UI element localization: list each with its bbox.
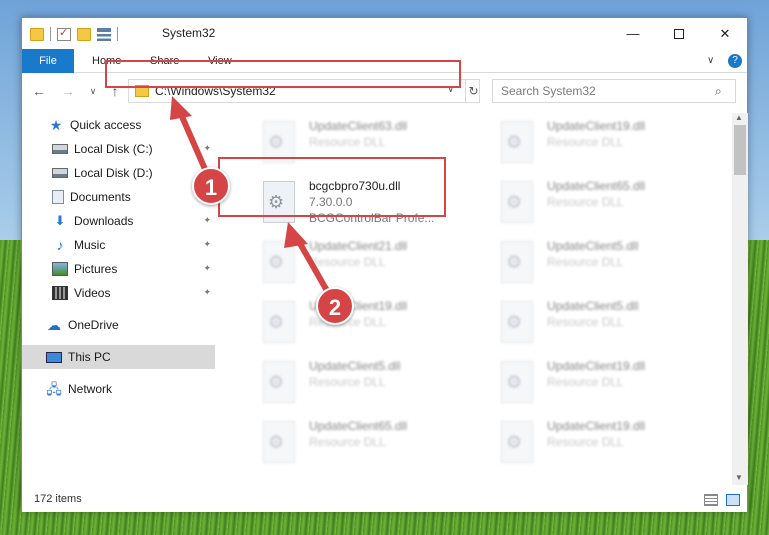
arrow-2-shaft — [295, 237, 333, 299]
arrow-1-head — [170, 96, 192, 120]
arrow-1-shaft — [177, 109, 211, 179]
step-1-badge: 1 — [192, 167, 230, 205]
arrow-2-head — [284, 222, 308, 248]
step-2-badge: 2 — [316, 287, 354, 325]
callout-arrows — [170, 96, 333, 299]
